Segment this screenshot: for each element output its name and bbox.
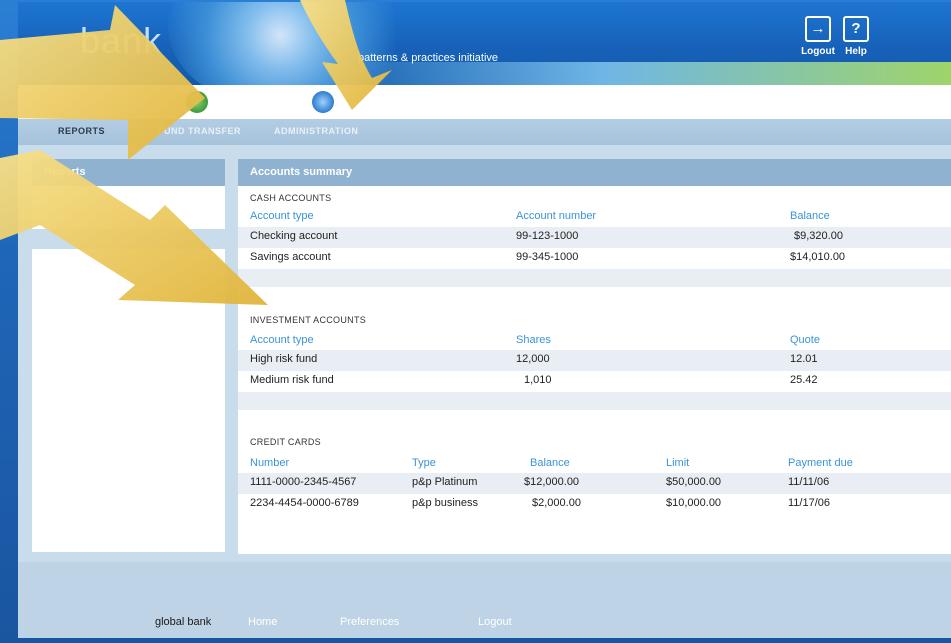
cell-account-type: High risk fund — [250, 353, 318, 365]
help-label: Help — [845, 46, 867, 57]
cell-card-type: p&p business — [412, 497, 479, 509]
footer-link-logout[interactable]: Logout — [478, 616, 512, 628]
table-row[interactable]: Savings account 99-345-1000 $14,010.00 — [238, 248, 951, 269]
row-spacer — [238, 269, 951, 287]
cell-payment-due: 11/17/06 — [788, 497, 831, 509]
app-window: bank patterns & practices initiative → L… — [18, 2, 951, 638]
cell-payment-due: 11/11/06 — [788, 476, 830, 488]
table-row[interactable]: 1111-0000-2345-4567 p&p Platinum $12,000… — [238, 473, 951, 494]
icon-strip — [18, 85, 951, 119]
footer-link-home[interactable]: Home — [248, 616, 277, 628]
row-spacer — [238, 392, 951, 410]
accounts-summary-panel: Accounts summary CASH ACCOUNTS Account t… — [238, 159, 951, 554]
cell-shares: 12,000 — [516, 353, 550, 365]
cell-account-number: 99-123-1000 — [516, 230, 579, 242]
fund-transfer-icon[interactable] — [186, 91, 208, 113]
brand-logo[interactable]: bank — [80, 20, 162, 62]
col-balance: Balance — [530, 457, 570, 469]
cell-balance: $9,320.00 — [794, 230, 843, 242]
cell-card-type: p&p Platinum — [412, 476, 478, 488]
cell-quote: 25.42 — [790, 374, 818, 386]
accounts-summary-title: Accounts summary — [238, 159, 951, 186]
cell-quote: 12.01 — [790, 353, 818, 365]
tab-fund-transfer[interactable]: FUND TRANSFER — [158, 126, 241, 136]
col-payment-due: Payment due — [788, 457, 853, 469]
cell-card-number: 2234-4454-0000-6789 — [250, 497, 359, 509]
col-account-number: Account number — [516, 210, 597, 222]
tab-reports[interactable]: REPORTS — [58, 126, 105, 136]
cell-limit: $50,000.00 — [666, 476, 722, 488]
reports-panel: Reports — [32, 159, 225, 552]
col-account-type: Account type — [250, 334, 314, 346]
administration-icon[interactable] — [312, 91, 334, 113]
table-row[interactable]: 2234-4454-0000-6789 p&p business $2,000.… — [238, 494, 951, 515]
main-nav: REPORTS FUND TRANSFER ADMINISTRATION — [18, 119, 951, 145]
credit-cards-header: Number Type Balance Limit Payment due — [250, 454, 950, 474]
investment-accounts-title: INVESTMENT ACCOUNTS — [250, 315, 367, 325]
cell-balance: $2,000.00 — [532, 497, 581, 509]
table-row[interactable]: High risk fund 12,000 12.01 — [238, 350, 951, 371]
banner-stripe — [318, 62, 951, 85]
selected-report-item[interactable] — [32, 229, 225, 249]
col-type: Type — [412, 457, 436, 469]
cash-accounts-header: Account type Account number Balance — [250, 207, 950, 227]
footer: global bank Home Preferences Logout — [18, 562, 951, 638]
col-balance: Balance — [790, 210, 830, 222]
cell-balance: $12,000.00 — [524, 476, 580, 488]
table-row[interactable]: Checking account 99-123-1000 $9,320.00 — [238, 227, 951, 248]
cell-card-number: 1111-0000-2345-4567 — [250, 476, 357, 488]
help-button[interactable]: ? Help — [832, 16, 880, 57]
col-quote: Quote — [790, 334, 820, 346]
logout-icon: → — [805, 16, 831, 42]
table-row[interactable]: Medium risk fund 1,010 25.42 — [238, 371, 951, 392]
cell-limit: $10,000.00 — [666, 497, 722, 509]
col-account-type: Account type — [250, 210, 314, 222]
cell-account-number: 99-345-1000 — [516, 251, 579, 263]
footer-link-preferences[interactable]: Preferences — [340, 616, 399, 628]
cash-accounts-title: CASH ACCOUNTS — [250, 193, 332, 203]
credit-cards-title: CREDIT CARDS — [250, 437, 321, 447]
help-icon: ? — [843, 16, 869, 42]
tab-administration[interactable]: ADMINISTRATION — [274, 126, 358, 136]
col-number: Number — [250, 457, 290, 469]
cell-balance: $14,010.00 — [790, 251, 846, 263]
cell-shares: 1,010 — [524, 374, 552, 386]
investment-accounts-header: Account type Shares Quote — [250, 331, 950, 351]
col-limit: Limit — [666, 457, 690, 469]
brand-logo-text: bank — [80, 20, 163, 61]
cell-account-type: Savings account — [250, 251, 331, 263]
reports-panel-title: Reports — [32, 159, 225, 186]
footer-brand: global bank — [155, 616, 212, 628]
cell-account-type: Checking account — [250, 230, 338, 242]
tagline: patterns & practices initiative — [358, 52, 499, 64]
header-banner: bank patterns & practices initiative → L… — [18, 2, 951, 85]
col-shares: Shares — [516, 334, 551, 346]
cell-account-type: Medium risk fund — [250, 374, 334, 386]
